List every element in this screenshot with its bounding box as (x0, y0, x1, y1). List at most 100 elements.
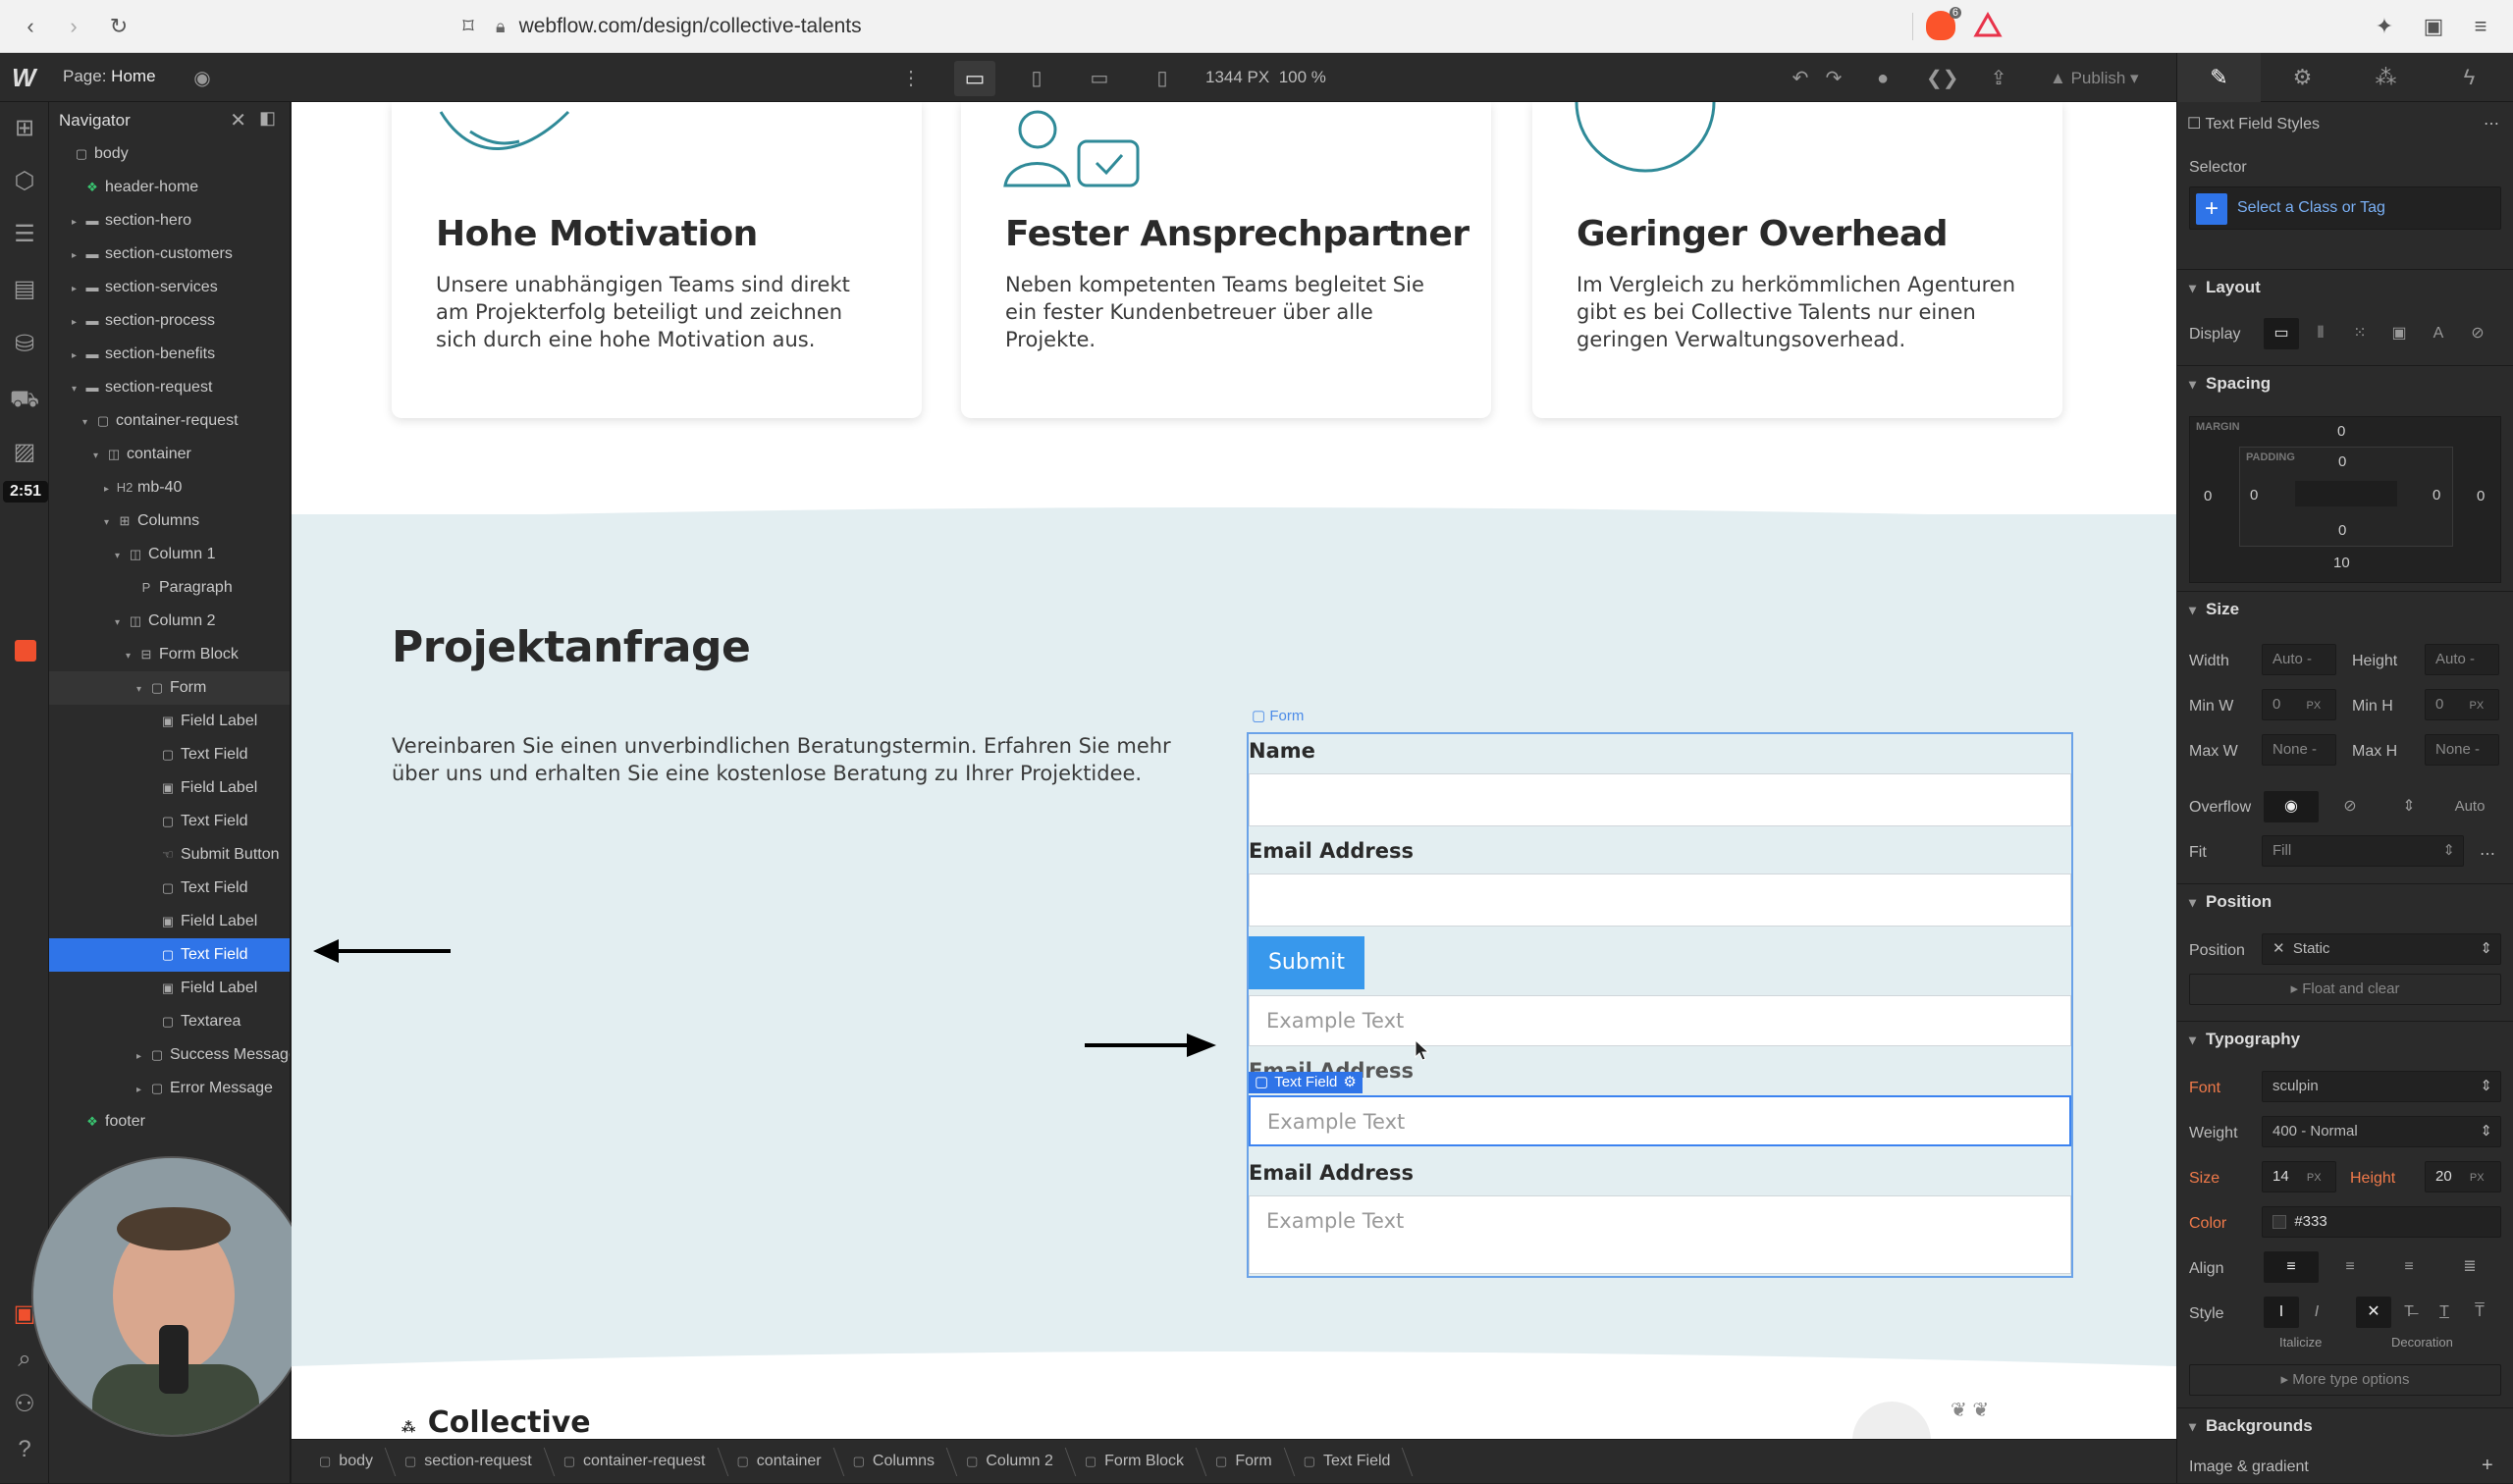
assets-icon[interactable]: ▨ (8, 436, 41, 469)
breadcrumb-item[interactable]: ▢ Column 2 (952, 1440, 1071, 1484)
display-inline-icon[interactable]: A (2421, 318, 2456, 349)
navigator-item[interactable]: ▸ ▬ section-process (49, 304, 290, 338)
navigator-item[interactable]: ▸ ▬ section-services (49, 271, 290, 304)
caret-down-icon[interactable]: ▾ (115, 540, 127, 573)
search-icon[interactable]: ⌕ (8, 1343, 41, 1376)
caret-right-icon[interactable]: ▸ (136, 1040, 148, 1074)
navigator-item[interactable]: ▣ Field Label (49, 972, 290, 1005)
back-icon[interactable]: ‹ (16, 12, 45, 41)
padding-bottom[interactable]: 0 (2338, 522, 2346, 539)
navigator-item[interactable]: ▸ ▢ Error Message (49, 1072, 290, 1105)
checkbox-icon[interactable]: ☐ (2187, 116, 2201, 132)
navigator-item[interactable]: ▾ ⊟ Form Block (49, 638, 290, 671)
forward-icon[interactable]: › (59, 12, 88, 41)
bookmark-icon[interactable]: ⌑ (454, 12, 483, 41)
caret-right-icon[interactable]: ▸ (72, 206, 83, 239)
settings-gear-icon[interactable]: ⚙ (2261, 53, 2344, 102)
navigator-item[interactable]: ▸ ▢ Success Message (49, 1038, 290, 1072)
navigator-icon[interactable]: ☰ (8, 218, 41, 251)
caret-down-icon[interactable]: ▾ (93, 440, 105, 473)
text-field-selected[interactable]: Example Text (1249, 1095, 2071, 1146)
breadcrumb-item[interactable]: ▢ body (305, 1440, 391, 1484)
mobile-portrait-icon[interactable]: ▯ (1149, 65, 1176, 92)
breadcrumb-item[interactable]: ▢ section-request (391, 1440, 550, 1484)
breadcrumb-item[interactable]: ▢ Text Field (1290, 1440, 1409, 1484)
display-grid-icon[interactable]: ⁙ (2342, 318, 2378, 349)
navigator-item[interactable]: ▢ Text Field (49, 738, 290, 771)
publish-button[interactable]: ▲ Publish ▾ (2040, 63, 2149, 94)
navigator-item[interactable]: ▢ Text Field (49, 805, 290, 838)
redo-icon[interactable]: ↷ (1820, 65, 1847, 92)
stop-recording-icon[interactable] (15, 640, 36, 662)
font-select[interactable]: sculpin ⇕ (2262, 1071, 2501, 1102)
selector-input[interactable]: + Select a Class or Tag (2189, 186, 2501, 230)
overflow-hidden-icon[interactable]: ⊘ (2323, 791, 2378, 822)
overflow-scroll-icon[interactable]: ⇕ (2381, 791, 2436, 822)
caret-down-icon[interactable]: ▾ (104, 506, 116, 540)
navigator-item[interactable]: ▾ ▬ section-request (49, 371, 290, 404)
menu-icon[interactable]: ≡ (2466, 12, 2495, 41)
position-section[interactable]: Position (2177, 883, 2513, 919)
overline-icon[interactable]: T (2462, 1297, 2497, 1328)
page-selector[interactable]: Page: Home (63, 67, 156, 86)
margin-left[interactable]: 0 (2204, 488, 2212, 504)
navigator-item[interactable]: ▸ ▬ section-benefits (49, 338, 290, 371)
more-vertical-icon[interactable]: ⋮ (897, 65, 925, 92)
benefit-card-motivation[interactable]: Hohe Motivation Unsere unabhängigen Team… (392, 102, 922, 418)
style-manager-icon[interactable]: ⁂ (2344, 53, 2428, 102)
preview-eye-icon[interactable]: ◉ (188, 65, 216, 92)
display-none-icon[interactable]: ⊘ (2460, 318, 2495, 349)
caret-down-icon[interactable]: ▾ (82, 406, 94, 440)
navigator-item[interactable]: ▾ ▢ Form (49, 671, 290, 705)
navigator-item[interactable]: ▾ ▢ container-request (49, 404, 290, 438)
comments-icon[interactable]: ● (1869, 65, 1897, 92)
caret-right-icon[interactable]: ▸ (72, 273, 83, 306)
position-select[interactable]: ✕ Static ⇕ (2262, 933, 2501, 965)
navigator-item[interactable]: ❖ footer (49, 1105, 290, 1139)
navigator-item[interactable]: ▸ ▬ section-customers (49, 238, 290, 271)
align-right-icon[interactable]: ≡ (2381, 1251, 2436, 1283)
navigator-item[interactable]: ▢ Text Field (49, 938, 290, 972)
cms-icon[interactable]: ⛁ (8, 328, 41, 361)
backgrounds-section[interactable]: Backgrounds (2177, 1407, 2513, 1443)
address-bar[interactable]: 🔒︎ webflow.com/design/collective-talents (496, 8, 1919, 45)
export-icon[interactable]: ⇪ (1985, 65, 2012, 92)
caret-down-icon[interactable]: ▾ (115, 607, 127, 640)
symbols-icon[interactable]: ⬡ (8, 165, 41, 198)
max-height-input[interactable]: None - (2425, 734, 2499, 766)
display-inline-block-icon[interactable]: ▣ (2381, 318, 2417, 349)
padding-right[interactable]: 0 (2433, 487, 2440, 504)
caret-down-icon[interactable]: ▾ (136, 673, 148, 707)
padding-left[interactable]: 0 (2250, 487, 2258, 504)
font-size-input[interactable]: 14 PX (2262, 1161, 2336, 1192)
width-input[interactable]: Auto - (2262, 644, 2336, 675)
navigator-item[interactable]: ▢ Text Field (49, 872, 290, 905)
padding-top[interactable]: 0 (2338, 453, 2346, 470)
italic-on-icon[interactable]: I (2299, 1297, 2334, 1328)
submit-button[interactable]: Submit (1249, 936, 1364, 989)
fit-select[interactable]: Fill ⇕ (2262, 835, 2464, 867)
navigator-item[interactable]: ▣ Field Label (49, 771, 290, 805)
add-panel-icon[interactable]: ⊞ (8, 112, 41, 145)
design-canvas[interactable]: Hohe Motivation Unsere unabhängigen Team… (292, 102, 2176, 1439)
breadcrumb-item[interactable]: ▢ Columns (839, 1440, 952, 1484)
more-type-options-button[interactable]: ▸ More type options (2189, 1364, 2501, 1396)
margin-bottom[interactable]: 10 (2333, 555, 2350, 571)
margin-top[interactable]: 0 (2337, 423, 2345, 440)
add-plus-icon[interactable]: + (2482, 1455, 2493, 1477)
caret-down-icon[interactable]: ▾ (126, 640, 137, 673)
navigator-item[interactable]: ▢ Textarea (49, 1005, 290, 1038)
padding-box[interactable]: PADDING 0 0 0 0 (2239, 447, 2453, 547)
align-left-icon[interactable]: ≡ (2264, 1251, 2319, 1283)
webflow-logo-icon[interactable]: W (12, 63, 41, 92)
brave-shield-icon[interactable]: 6 (1926, 7, 1961, 40)
navigator-item[interactable]: ▣ Field Label (49, 905, 290, 938)
navigator-item[interactable]: ❖ header-home (49, 171, 290, 204)
ecommerce-icon[interactable]: ⛟ (8, 383, 41, 416)
benefit-card-contact[interactable]: Fester Ansprechpartner Neben kompetenten… (961, 102, 1491, 418)
contact-form[interactable]: Name Email Address Submit Example Text E… (1247, 732, 2073, 1278)
breadcrumb-item[interactable]: ▢ Form (1202, 1440, 1290, 1484)
margin-right[interactable]: 0 (2477, 488, 2485, 504)
caret-right-icon[interactable]: ▸ (72, 306, 83, 340)
reload-icon[interactable]: ↻ (104, 12, 134, 41)
